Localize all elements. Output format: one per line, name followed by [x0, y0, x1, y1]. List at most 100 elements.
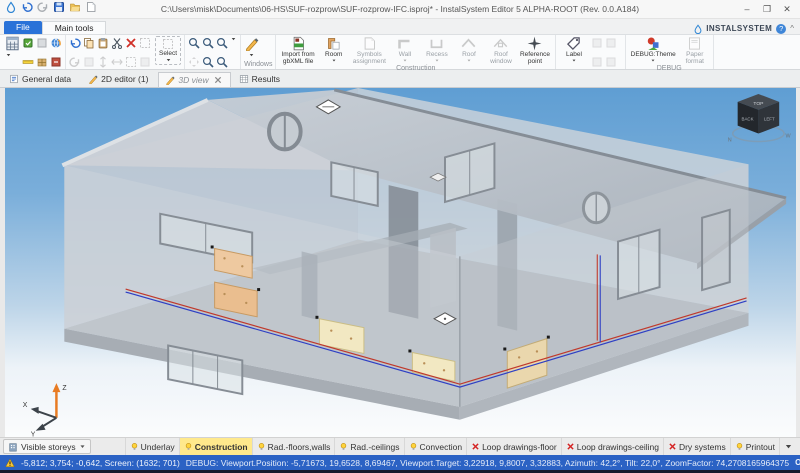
caret: [331, 58, 337, 63]
btn-results-check-icon[interactable]: [22, 36, 34, 54]
roof-window-icon: [493, 36, 508, 51]
button-label: DEBUG:Theme: [631, 51, 676, 58]
cursor-coordinates: -5,812; 3,754; -0,642, Screen: (1632; 70…: [21, 458, 180, 468]
ribbon-group-windows: Windows: [241, 35, 276, 69]
axis-z-label: Z: [62, 385, 66, 392]
chevron-down-icon: [79, 443, 86, 450]
ribbon-tab-bar: File Main tools INSTALSYSTEM ? ^: [0, 19, 800, 35]
caret: [402, 58, 408, 63]
new-file-icon: [85, 1, 97, 13]
collapse-ribbon-icon[interactable]: ^: [790, 24, 794, 33]
button-label: Room: [325, 51, 342, 58]
help-icon[interactable]: ?: [776, 24, 786, 34]
debug-button-debug-theme[interactable]: DEBUG:Theme: [629, 36, 678, 63]
construction-button-recess: Recess: [422, 36, 452, 63]
redo-icon: [37, 1, 49, 13]
layer-tab-label: Rad.-ceilings: [350, 442, 399, 452]
layer-tab-label: Convection: [420, 442, 463, 452]
redx: [471, 442, 480, 451]
select-button-label: Select: [159, 50, 177, 57]
layer-tab-underlay[interactable]: Underlay: [125, 438, 179, 455]
cube-face-left-label: LEFT: [764, 116, 775, 121]
construction-button-import-from[interactable]: Import fromgbXML file: [279, 36, 316, 65]
btn-data-table-icon[interactable]: [36, 36, 48, 54]
button-label: Import from: [281, 51, 314, 58]
qat-open-folder-icon[interactable]: [69, 0, 81, 18]
caret: [230, 36, 237, 42]
ribbon-group-construction: Import fromgbXML fileRoomSymbolsassignme…: [276, 35, 555, 69]
layer-tab-loop-drawings-ceiling[interactable]: Loop drawings-ceiling: [561, 438, 663, 455]
button-label: Roof: [494, 51, 508, 58]
mode-toggle-orto[interactable]: ORTO: [795, 458, 800, 467]
btn-globe-icon[interactable]: [50, 36, 62, 54]
bulb: [257, 442, 266, 451]
viewport-3d[interactable]: TOP BACK LEFT N W Z X Y: [0, 88, 800, 438]
layer-tab-loop-drawings-floor[interactable]: Loop drawings-floor: [466, 438, 561, 455]
label-tag-icon: [566, 36, 581, 51]
btn-zoom-window-icon[interactable]: [216, 36, 228, 54]
window-controls: – ❐ ✕: [738, 2, 800, 16]
qat-app-droplet-icon[interactable]: [5, 0, 17, 18]
general-data-icon: [9, 74, 19, 84]
maximize-button[interactable]: ❐: [758, 2, 776, 16]
label-button[interactable]: Label: [559, 36, 589, 63]
qat-redo-icon[interactable]: [37, 0, 49, 18]
bulb: [130, 442, 139, 451]
calculations-big-button[interactable]: [5, 36, 20, 58]
visible-storeys-button[interactable]: Visible storeys: [3, 439, 91, 454]
windows-editor-icon: [244, 36, 259, 51]
layer-tab-dry-systems[interactable]: Dry systems: [663, 438, 730, 455]
btn-undo-icon[interactable]: [69, 36, 81, 54]
windows-editor-button[interactable]: [244, 36, 259, 58]
globe-icon: [50, 37, 62, 49]
btn-zoom-out-icon[interactable]: [202, 36, 214, 54]
minimize-button[interactable]: –: [738, 2, 756, 16]
qat-new-file-icon[interactable]: [85, 0, 97, 18]
caret: [650, 58, 656, 63]
tab-main-tools[interactable]: Main tools: [42, 21, 107, 34]
symbols-assignment-icon: [362, 36, 377, 51]
layer-tab-construction[interactable]: Construction: [179, 438, 252, 455]
roof-icon: [461, 36, 476, 51]
btn-paste-icon[interactable]: [97, 36, 109, 54]
room-icon: [326, 36, 341, 51]
warning-icon: [5, 458, 15, 468]
layer-tab-convection[interactable]: Convection: [404, 438, 467, 455]
construction-button-reference[interactable]: Referencepoint: [518, 36, 552, 65]
scene-3d-canvas[interactable]: TOP BACK LEFT N W Z X Y: [5, 88, 796, 438]
caret: [784, 442, 793, 451]
btn-transform-icon[interactable]: [139, 36, 151, 54]
status-bar: -5,812; 3,754; -0,642, Screen: (1632; 70…: [0, 455, 800, 470]
select-button[interactable]: Select: [155, 36, 181, 65]
layer-tab-rad-ceilings[interactable]: Rad.-ceilings: [334, 438, 403, 455]
data-table-icon: [36, 37, 48, 49]
layer-tab-rad-floors-walls[interactable]: Rad.-floors,walls: [252, 438, 335, 455]
undo-icon: [69, 37, 81, 49]
doc-tab-3d-view[interactable]: 3D view: [158, 72, 230, 87]
tab-file[interactable]: File: [4, 21, 42, 34]
close-button[interactable]: ✕: [778, 2, 796, 16]
construction-button-roof: Roofwindow: [486, 36, 516, 65]
close-tab-icon[interactable]: [214, 76, 222, 84]
btn-graphic-list-icon: [605, 36, 617, 54]
construction-button-room[interactable]: Room: [319, 36, 349, 63]
app-droplet-icon: [5, 1, 17, 13]
caret: [5, 52, 12, 58]
layer-tab-label: Printout: [746, 442, 775, 452]
bulb: [184, 442, 193, 451]
layer-tab-printout[interactable]: Printout: [730, 438, 779, 455]
layer-tabs-overflow-icon[interactable]: [779, 438, 797, 455]
btn-copy-icon[interactable]: [83, 36, 95, 54]
rotate-icon: [69, 56, 81, 68]
transform-icon: [139, 37, 151, 49]
qat-undo-icon[interactable]: [21, 0, 33, 18]
caret: [248, 52, 255, 58]
btn-zoom-in-icon[interactable]: [188, 36, 200, 54]
doc-tab-2d-editor-1-[interactable]: 2D editor (1): [81, 72, 157, 87]
doc-tab-results[interactable]: Results: [232, 72, 289, 87]
btn-delete-icon[interactable]: [125, 36, 137, 54]
qat-save-icon[interactable]: [53, 0, 65, 18]
debug-theme-icon: [646, 36, 661, 51]
btn-cut-icon[interactable]: [111, 36, 123, 54]
doc-tab-general-data[interactable]: General data: [2, 72, 80, 87]
